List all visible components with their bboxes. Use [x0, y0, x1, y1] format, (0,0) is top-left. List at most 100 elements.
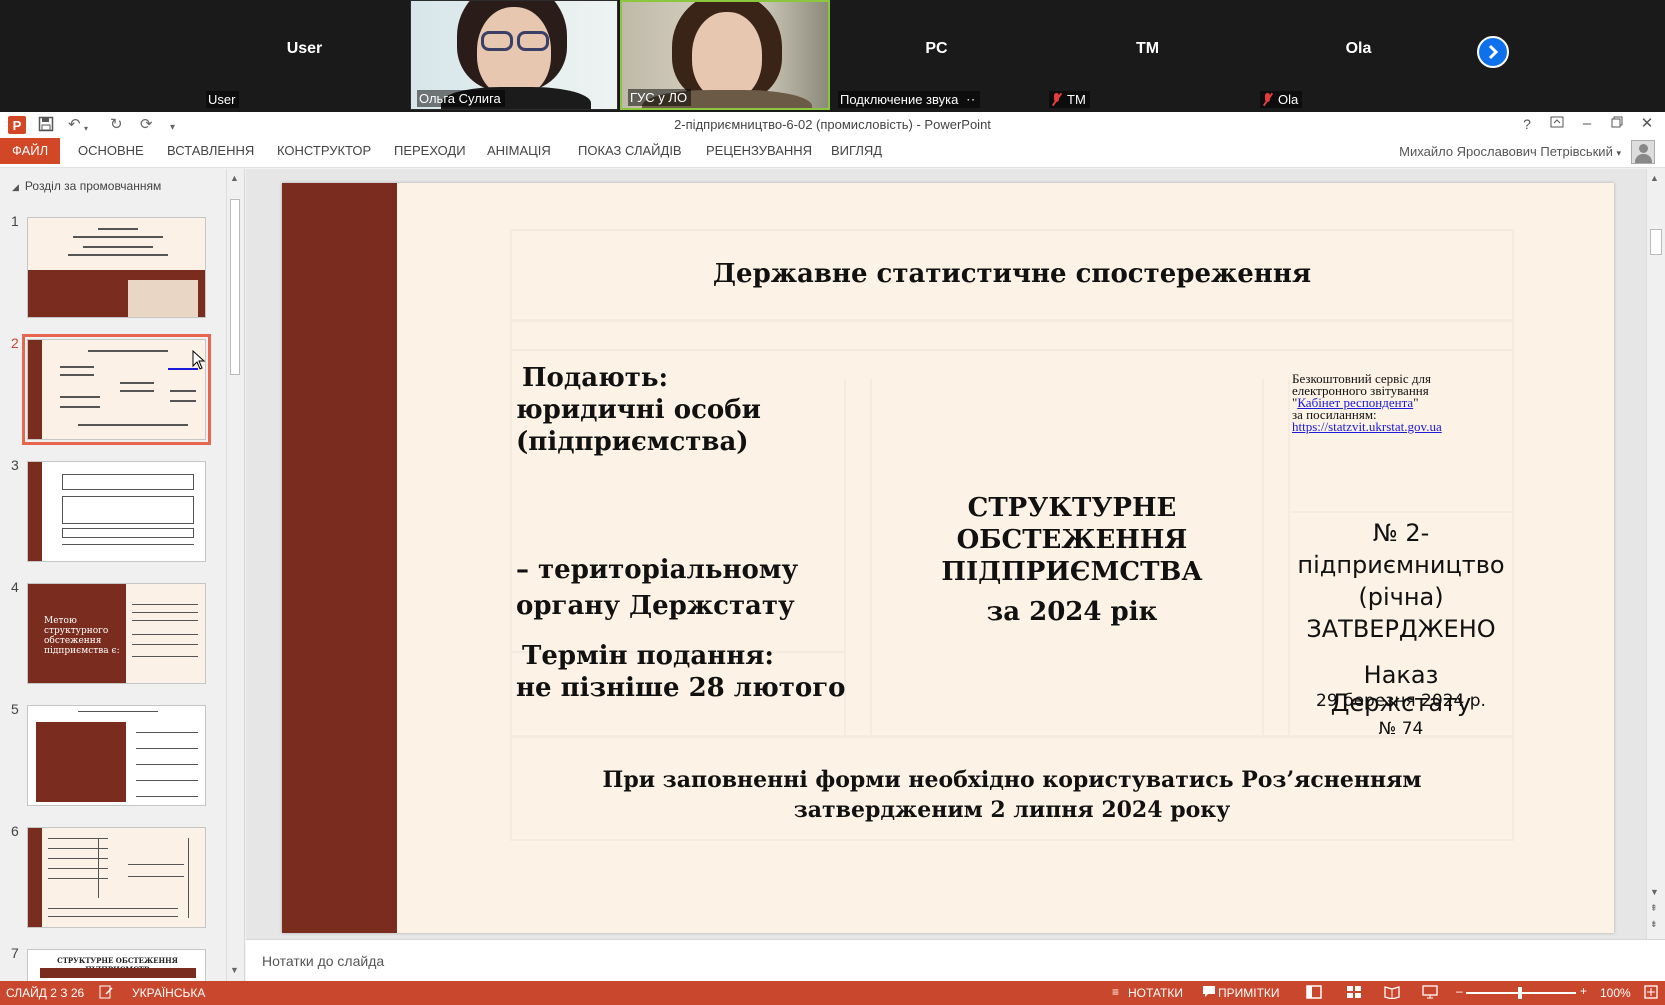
section-header[interactable]: ◢ Розділ за промовчанням [12, 179, 161, 193]
table-line [510, 349, 1514, 351]
language-indicator[interactable]: УКРАЇНСЬКА [132, 986, 205, 1000]
tab-slideshow[interactable]: ПОКАЗ СЛАЙДІВ [569, 138, 691, 164]
zoom-in-icon[interactable]: + [1580, 984, 1587, 998]
zoom-level[interactable]: 100% [1600, 986, 1631, 1000]
table-line [510, 839, 1514, 841]
thumbnail-number: 1 [11, 213, 19, 229]
notes-placeholder: Нотатки до слайда [262, 953, 385, 969]
chevron-down-icon: ▾ [1616, 148, 1621, 158]
video-tile-user[interactable]: User User [200, 0, 409, 110]
tab-view[interactable]: ВИГЛЯД [822, 138, 891, 164]
zoom-slider-handle[interactable] [1518, 987, 1522, 999]
slideshow-view-icon[interactable] [1422, 985, 1438, 1002]
center-line-2: ОБСТЕЖЕННЯ [956, 525, 1188, 555]
slide-thumbnail-3[interactable] [27, 461, 206, 562]
table-line [1288, 511, 1514, 513]
participant-label: Подключение звука ⋅⋅ [838, 91, 980, 108]
factory-icon [128, 280, 198, 317]
submit-to-line-1: – територіальному [516, 555, 799, 585]
scrollbar-thumb[interactable] [230, 199, 240, 375]
scroll-up-icon[interactable]: ▲ [1650, 173, 1659, 183]
minimize-icon[interactable]: – [1577, 114, 1597, 134]
powerpoint-window: P ↶ ▾ ↻ ⟳ ▾ 2-підприємництво-6-02 (проми… [0, 112, 1665, 1005]
statzvit-url-link[interactable]: https://statzvit.ukrstat.gov.ua [1292, 420, 1442, 433]
comments-icon [1202, 984, 1216, 1001]
thumbnail-number: 2 [11, 335, 19, 351]
help-button[interactable]: ? [1517, 114, 1537, 134]
thumbnail-number: 3 [11, 457, 19, 473]
participant-name: TM [1135, 40, 1160, 57]
chevron-right-icon [1488, 44, 1499, 60]
slide-editing-area: Державне статистичне спостереження Подаю… [246, 169, 1646, 939]
thumbnails-scrollbar[interactable]: ▲ ▼ [226, 169, 243, 981]
video-tile-gus-lo[interactable]: ГУС у ЛО [620, 0, 830, 110]
video-tile-olha-suliha[interactable]: Ольга Сулига [410, 0, 618, 110]
tab-animations[interactable]: АНІМАЦІЯ [478, 138, 560, 164]
mouse-cursor-icon [192, 349, 206, 375]
scroll-up-icon[interactable]: ▲ [230, 173, 239, 183]
tab-transitions[interactable]: ПЕРЕХОДИ [385, 138, 475, 164]
next-participants-button[interactable] [1477, 36, 1509, 68]
video-tile-ola[interactable]: Ola Ola [1254, 0, 1463, 110]
slide-thumbnail-6[interactable] [27, 827, 206, 928]
collapse-triangle-icon: ◢ [12, 182, 19, 192]
order-date: 29 березня 2024 р. [1316, 691, 1486, 711]
tab-design[interactable]: КОНСТРУКТОР [268, 138, 380, 164]
spelling-check-icon[interactable] [98, 984, 114, 1003]
video-tile-pc[interactable]: PC Подключение звука ⋅⋅ [832, 0, 1041, 110]
participant-name: PC [925, 40, 948, 57]
slide-thumbnails-pane: ◢ Розділ за промовчанням 1 2 3 4 Метою с… [0, 169, 245, 981]
notes-pane[interactable]: Нотатки до слайда [246, 939, 1665, 981]
thumbnail-text: Метою структурного обстеження підприємст… [44, 616, 120, 656]
tab-file[interactable]: ФАЙЛ [0, 138, 61, 164]
scrollbar-thumb[interactable] [1650, 229, 1662, 255]
table-line [510, 229, 1514, 231]
avatar[interactable] [1631, 140, 1655, 164]
thumbnail-number: 7 [11, 945, 19, 961]
slide-thumbnail-2[interactable] [22, 334, 211, 445]
scroll-down-icon[interactable]: ▼ [1650, 887, 1659, 897]
slide-thumbnail-4[interactable]: Метою структурного обстеження підприємст… [27, 583, 206, 684]
table-line [510, 319, 1514, 322]
table-line [870, 379, 872, 735]
reading-view-icon[interactable] [1384, 985, 1400, 1002]
slide-scrollbar[interactable]: ▲ ▼ ⇞ ⇟ [1646, 169, 1665, 939]
next-slide-icon[interactable]: ⇟ [1650, 919, 1658, 930]
tab-insert[interactable]: ВСТАВЛЕННЯ [158, 138, 263, 164]
tab-review[interactable]: РЕЦЕНЗУВАННЯ [697, 138, 821, 164]
slide-thumbnail-7[interactable]: СТРУКТУРНЕ ОБСТЕЖЕННЯ ПІДПРИЄМСТВ [27, 949, 206, 981]
zoom-out-icon[interactable]: – [1456, 984, 1463, 998]
ribbon-display-options-icon[interactable] [1547, 114, 1567, 134]
mic-muted-icon [1051, 93, 1063, 106]
previous-slide-icon[interactable]: ⇞ [1650, 903, 1658, 914]
ribbon-tabs: ФАЙЛ ОСНОВНЕ ВСТАВЛЕННЯ КОНСТРУКТОР ПЕРЕ… [0, 138, 1665, 168]
normal-view-icon[interactable] [1306, 985, 1322, 1002]
comments-toggle[interactable]: ПРИМІТКИ [1218, 986, 1280, 1000]
participant-label: Ola [1260, 91, 1303, 108]
form-number-block: № 2- підприємництво (річна) ЗАТВЕРДЖЕНО [1297, 519, 1505, 643]
order-number: № 74 [1378, 719, 1424, 739]
notes-icon: ≡ [1112, 985, 1120, 999]
thumbnail-number: 5 [11, 701, 19, 717]
current-slide[interactable]: Державне статистичне спостереження Подаю… [282, 183, 1614, 933]
fit-slide-icon[interactable] [1644, 985, 1658, 1002]
mic-muted-icon [1262, 93, 1274, 106]
close-icon[interactable]: ✕ [1637, 114, 1657, 134]
submit-who-line-1: юридичні особи [516, 395, 761, 425]
slide-side-bar [282, 183, 397, 933]
table-line [510, 229, 512, 841]
participant-label: TM [1049, 91, 1090, 108]
slide-thumbnail-5[interactable] [27, 705, 206, 806]
participant-label: User [206, 91, 240, 108]
scroll-down-icon[interactable]: ▼ [230, 965, 239, 975]
account-name[interactable]: Михайло Ярославович Петрівський ▾ [1399, 144, 1621, 159]
slide-sorter-icon[interactable] [1346, 985, 1362, 1002]
slide-thumbnail-1[interactable] [27, 217, 206, 318]
restore-icon[interactable] [1607, 114, 1627, 134]
video-strip: User User Ольга Сулига ГУС у ЛО PC Подкл… [0, 0, 1665, 112]
video-tile-tm[interactable]: TM TM [1043, 0, 1252, 110]
notes-toggle[interactable]: НОТАТКИ [1128, 986, 1183, 1000]
slide-counter: СЛАЙД 2 З 26 [6, 986, 85, 1000]
deadline-value: не пізніше 28 лютого [516, 673, 846, 703]
tab-home[interactable]: ОСНОВНЕ [69, 138, 153, 164]
